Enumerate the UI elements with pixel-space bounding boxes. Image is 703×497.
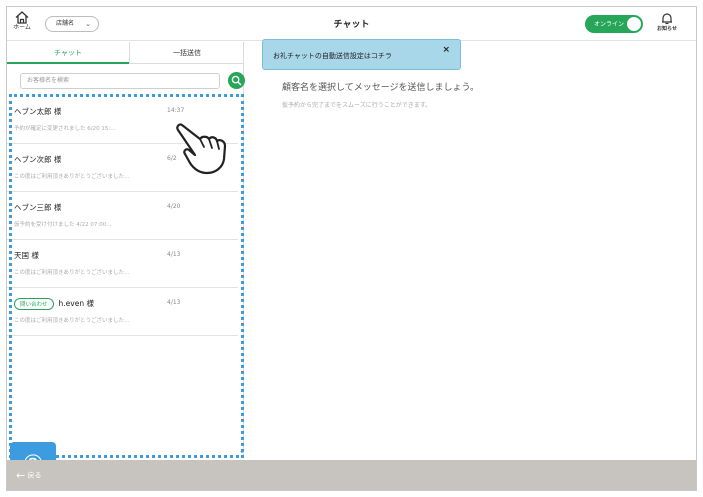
chat-date: 4/13	[167, 251, 181, 258]
chat-preview: 予約が確定に変更されました 6/20 15:…	[14, 126, 116, 132]
customer-search-input[interactable]: お客様名を検索	[20, 73, 220, 89]
chat-list-item[interactable]: 問い合わせ h.even 様 4/13 この度はご利用頂きありがとうございました…	[7, 289, 238, 336]
bottom-bar: ← 戻る	[7, 460, 696, 490]
chat-main: 顧客名を選択してメッセージを送信しましょう。 仮予約から完了までをスムーズに行う…	[245, 42, 696, 458]
notification-button[interactable]: お知らせ	[655, 12, 679, 33]
chat-date: 4/20	[167, 203, 181, 210]
tab-bulk-send[interactable]: 一括送信	[129, 42, 244, 64]
chat-preview: この度はご利用頂きありがとうございました…	[14, 270, 130, 276]
customer-name: h.even 様	[58, 299, 94, 308]
scroll-up-arrow[interactable]: ⌃	[239, 94, 245, 102]
tab-chat[interactable]: チャット	[7, 42, 129, 64]
app-window: ホーム 店舗名 ⌄ チャット オンライン お知らせ チャット 一括送信 お客様名…	[6, 6, 697, 491]
bell-icon	[662, 13, 672, 25]
sidebar-tabs: チャット 一括送信	[7, 42, 244, 64]
back-label: 戻る	[27, 471, 42, 480]
customer-name: 天国 様	[14, 251, 39, 260]
chat-date: 14:37	[167, 107, 185, 114]
top-bar: ホーム 店舗名 ⌄ チャット オンライン お知らせ	[7, 7, 696, 41]
auto-thanks-banner[interactable]: お礼チャットの自動送信設定はコチラ ×	[262, 39, 461, 70]
empty-state-message: 顧客名を選択してメッセージを送信しましょう。	[282, 83, 480, 93]
chat-date: 4/13	[167, 299, 181, 306]
empty-state-subtext: 仮予約から完了までをスムーズに行うことができます。	[282, 102, 432, 109]
chat-list-item[interactable]: ヘブン三郎 様 4/20 仮予約を受け付けました 4/22 07:00…	[7, 193, 238, 240]
customer-name: ヘブン次郎 様	[14, 155, 62, 164]
chat-list-item[interactable]: 天国 様 4/13 この度はご利用頂きありがとうございました…	[7, 241, 238, 288]
chat-preview: この度はご利用頂きありがとうございました…	[14, 174, 130, 180]
online-status-label: オンライン	[594, 21, 625, 28]
chat-sidebar: チャット 一括送信 お客様名を検索 ヘブン太郎 様 14:37 予約が確定に変更…	[7, 42, 245, 487]
scroll-down-arrow[interactable]: ⌄	[239, 447, 245, 455]
pointing-hand-icon	[176, 123, 227, 175]
toggle-knob	[627, 17, 641, 31]
banner-text: お礼チャットの自動送信設定はコチラ	[273, 52, 392, 60]
inquiry-badge: 問い合わせ	[14, 298, 54, 310]
online-toggle[interactable]: オンライン	[585, 15, 643, 33]
chat-preview: この度はご利用頂きありがとうございました…	[14, 318, 130, 324]
notification-label: お知らせ	[657, 26, 677, 32]
search-button[interactable]	[228, 72, 245, 89]
customer-name: ヘブン三郎 様	[14, 203, 62, 212]
close-icon[interactable]: ×	[442, 45, 450, 55]
back-button[interactable]: ← 戻る	[16, 469, 41, 482]
customer-name-row: 問い合わせ h.even 様	[14, 298, 94, 310]
search-icon	[231, 75, 242, 86]
customer-name: ヘブン太郎 様	[14, 107, 62, 116]
chat-preview: 仮予約を受け付けました 4/22 07:00…	[14, 222, 112, 228]
arrow-left-icon: ←	[16, 469, 26, 482]
